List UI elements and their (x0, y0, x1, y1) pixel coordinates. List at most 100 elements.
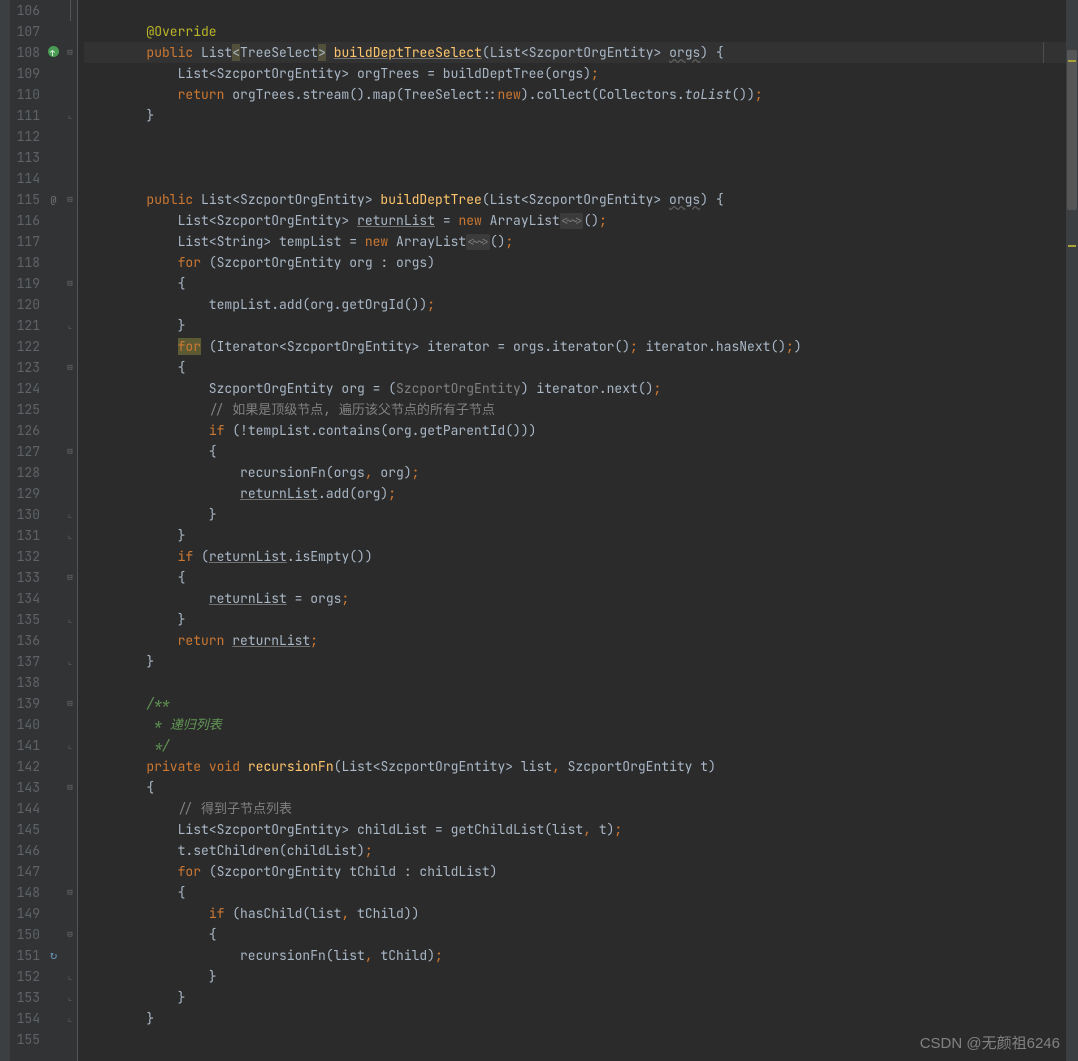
line-number[interactable]: 153 (11, 987, 40, 1008)
line-number[interactable]: 133 (11, 567, 40, 588)
line-number[interactable]: 128 (11, 462, 40, 483)
line-number[interactable]: 110 (11, 84, 40, 105)
fold-collapse-icon[interactable]: ⊟ (63, 693, 77, 714)
code-line[interactable]: returnList.add(org); (84, 483, 1066, 504)
code-line[interactable]: public List<TreeSelect> buildDeptTreeSel… (84, 42, 1066, 63)
code-line[interactable]: recursionFn(orgs, org); (84, 462, 1066, 483)
fold-collapse-icon[interactable]: ⊟ (63, 273, 77, 294)
code-line[interactable]: SzcportOrgEntity org = (SzcportOrgEntity… (84, 378, 1066, 399)
line-number[interactable]: 119 (11, 273, 40, 294)
override-icon[interactable] (48, 46, 59, 57)
code-line[interactable]: * 递归列表 (84, 714, 1066, 735)
fold-gutter[interactable]: ⊟⌞⊟⊟⌞⊟⊟⌞⌞⊟⌞⌞⊟⌞⊟⊟⊟⌞⌞⌞ (63, 0, 78, 1061)
line-number[interactable]: 120 (11, 294, 40, 315)
code-line[interactable]: return returnList; (84, 630, 1066, 651)
code-line[interactable]: @Override (84, 21, 1066, 42)
fold-collapse-icon[interactable]: ⊟ (63, 441, 77, 462)
fold-collapse-icon[interactable]: ⊟ (63, 777, 77, 798)
line-number[interactable]: 154 (11, 1008, 40, 1029)
line-number[interactable]: 134 (11, 588, 40, 609)
line-number[interactable]: 139 (11, 693, 40, 714)
fold-end-icon[interactable]: ⌞ (63, 966, 77, 987)
line-number[interactable]: 121 (11, 315, 40, 336)
line-number[interactable]: 137 (11, 651, 40, 672)
code-line[interactable]: } (84, 504, 1066, 525)
code-line[interactable]: for (SzcportOrgEntity tChild : childList… (84, 861, 1066, 882)
code-line[interactable]: List<SzcportOrgEntity> orgTrees = buildD… (84, 63, 1066, 84)
line-number[interactable]: 135 (11, 609, 40, 630)
line-number[interactable]: 138 (11, 672, 40, 693)
line-number[interactable]: 149 (11, 903, 40, 924)
code-line[interactable]: recursionFn(list, tChild); (84, 945, 1066, 966)
fold-end-icon[interactable]: ⌞ (63, 525, 77, 546)
line-number[interactable]: 127 (11, 441, 40, 462)
fold-collapse-icon[interactable]: ⊟ (63, 882, 77, 903)
line-number[interactable]: 142 (11, 756, 40, 777)
code-line[interactable]: List<SzcportOrgEntity> childList = getCh… (84, 819, 1066, 840)
code-line[interactable]: { (84, 882, 1066, 903)
line-number[interactable]: 108 (11, 42, 40, 63)
line-number[interactable]: 126 (11, 420, 40, 441)
fold-end-icon[interactable]: ⌞ (63, 1008, 77, 1029)
fold-end-icon[interactable]: ⌞ (63, 504, 77, 525)
line-number[interactable]: 124 (11, 378, 40, 399)
code-line[interactable]: } (84, 987, 1066, 1008)
code-line[interactable] (84, 147, 1066, 168)
fold-end-icon[interactable]: ⌞ (63, 735, 77, 756)
code-line[interactable] (84, 0, 1066, 21)
recursion-icon[interactable]: ↻ (50, 947, 57, 963)
code-line[interactable]: for (Iterator<SzcportOrgEntity> iterator… (84, 336, 1066, 357)
code-line[interactable]: */ (84, 735, 1066, 756)
code-line[interactable]: if (hasChild(list, tChild)) (84, 903, 1066, 924)
code-line[interactable] (84, 168, 1066, 189)
vertical-scrollbar[interactable] (1066, 0, 1078, 1061)
code-line[interactable]: t.setChildren(childList); (84, 840, 1066, 861)
line-number[interactable]: 113 (11, 147, 40, 168)
code-line[interactable]: tempList.add(org.getOrgId()); (84, 294, 1066, 315)
fold-collapse-icon[interactable]: ⊟ (63, 924, 77, 945)
code-line[interactable] (84, 126, 1066, 147)
code-line[interactable] (84, 672, 1066, 693)
line-number[interactable]: 152 (11, 966, 40, 987)
code-line[interactable]: } (84, 966, 1066, 987)
line-number[interactable]: 129 (11, 483, 40, 504)
override-marker[interactable] (44, 42, 63, 63)
line-number[interactable]: 112 (11, 126, 40, 147)
line-number[interactable]: 111 (11, 105, 40, 126)
line-number[interactable]: 116 (11, 210, 40, 231)
code-line[interactable]: List<String> tempList = new ArrayList<~>… (84, 231, 1066, 252)
line-number[interactable]: 125 (11, 399, 40, 420)
line-number[interactable]: 131 (11, 525, 40, 546)
line-number[interactable]: 122 (11, 336, 40, 357)
fold-end-icon[interactable]: ⌞ (63, 609, 77, 630)
line-number[interactable]: 106 (11, 0, 40, 21)
line-number[interactable]: 107 (11, 21, 40, 42)
fold-collapse-icon[interactable]: ⊟ (63, 357, 77, 378)
code-line[interactable] (84, 1029, 1066, 1050)
line-number[interactable]: 148 (11, 882, 40, 903)
line-number[interactable]: 151 (11, 945, 40, 966)
code-line[interactable]: } (84, 315, 1066, 336)
line-number[interactable]: 130 (11, 504, 40, 525)
code-line[interactable]: public List<SzcportOrgEntity> buildDeptT… (84, 189, 1066, 210)
code-line[interactable]: { (84, 924, 1066, 945)
code-line[interactable]: return orgTrees.stream().map(TreeSelect:… (84, 84, 1066, 105)
fold-end-icon[interactable]: ⌞ (63, 987, 77, 1008)
code-line[interactable]: List<SzcportOrgEntity> returnList = new … (84, 210, 1066, 231)
line-number[interactable]: 132 (11, 546, 40, 567)
fold-collapse-icon[interactable]: ⊟ (63, 189, 77, 210)
line-number[interactable]: 118 (11, 252, 40, 273)
code-line[interactable]: } (84, 651, 1066, 672)
line-number[interactable]: 109 (11, 63, 40, 84)
fold-collapse-icon[interactable]: ⊟ (63, 567, 77, 588)
line-number[interactable]: 147 (11, 861, 40, 882)
code-line[interactable]: if (returnList.isEmpty()) (84, 546, 1066, 567)
line-number[interactable]: 141 (11, 735, 40, 756)
line-number[interactable]: 146 (11, 840, 40, 861)
line-number-gutter[interactable]: 1061071081091101111121131141151161171181… (11, 0, 44, 1061)
code-line[interactable]: returnList = orgs; (84, 588, 1066, 609)
code-editor[interactable]: 1061071081091101111121131141151161171181… (0, 0, 1078, 1061)
code-line[interactable]: { (84, 441, 1066, 462)
fold-collapse-icon[interactable]: ⊟ (63, 42, 77, 63)
code-line[interactable]: for (SzcportOrgEntity org : orgs) (84, 252, 1066, 273)
